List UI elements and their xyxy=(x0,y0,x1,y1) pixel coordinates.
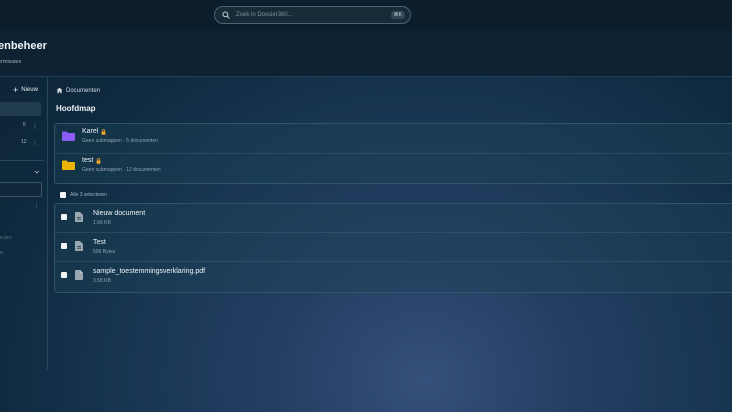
home-icon xyxy=(56,87,63,94)
select-all[interactable]: Alle 3 selecteren xyxy=(60,192,107,198)
page-header xyxy=(0,30,732,77)
folder-icon xyxy=(62,160,75,170)
sidebar-item-selected[interactable] xyxy=(0,102,41,116)
folder-icon xyxy=(62,131,75,141)
folder-name: Karel xyxy=(82,128,99,135)
breadcrumb-label: Documenten xyxy=(66,87,101,94)
file-size: 606 Bytes xyxy=(93,249,116,255)
breadcrumb[interactable]: Documenten xyxy=(56,87,100,94)
folder-name: test xyxy=(82,157,94,164)
doc-icon xyxy=(75,241,83,251)
more-options-icon[interactable]: ⋮ xyxy=(34,203,39,209)
select-all-label: Alle 3 selecteren xyxy=(70,192,107,198)
file-row[interactable]: Nieuw document 1.66 KB xyxy=(61,210,145,226)
sidebar-faint-text: ILDIG xyxy=(0,235,12,240)
folder-row[interactable]: Karel Geen submappen · 5 documenten xyxy=(62,128,158,144)
folder-row[interactable]: test Geen submappen · 12 documenten xyxy=(62,157,161,173)
file-name: Nieuw document xyxy=(93,210,146,217)
pdf-icon xyxy=(75,270,83,280)
search-icon xyxy=(222,11,230,19)
chevron-down-icon[interactable] xyxy=(34,169,40,175)
sidebar-filter-input[interactable] xyxy=(0,182,42,197)
file-row[interactable]: Test 606 Bytes xyxy=(61,239,115,255)
file-row[interactable]: sample_toestemmingsverklaring.pdf 3.58 K… xyxy=(61,268,205,284)
file-name: Test xyxy=(93,239,106,246)
search-placeholder: Zoek in Dossier360... xyxy=(236,12,293,18)
row-divider xyxy=(55,261,732,262)
more-options-icon[interactable]: ⋮ xyxy=(32,140,38,146)
new-button[interactable]: + Nieuw xyxy=(13,85,38,95)
file-size: 3.58 KB xyxy=(93,278,111,284)
sidebar-faint-text: N xyxy=(0,250,4,255)
file-checkbox[interactable] xyxy=(61,243,67,249)
row-divider xyxy=(55,153,732,154)
file-checkbox[interactable] xyxy=(61,214,67,220)
file-checkbox[interactable] xyxy=(61,272,67,278)
folder-heading: Hoofdmap xyxy=(56,104,96,113)
folder-meta: Geen submappen · 5 documenten xyxy=(82,138,158,144)
lock-icon xyxy=(96,157,101,164)
more-options-icon[interactable]: ⋮ xyxy=(32,124,38,130)
page-title: enbeheer xyxy=(0,40,47,52)
doc-icon xyxy=(75,212,83,222)
lock-icon xyxy=(101,128,106,135)
sidebar-divider xyxy=(0,160,44,161)
plus-icon: + xyxy=(13,85,19,95)
page-subtitle: ermissies xyxy=(0,59,22,65)
new-button-label: Nieuw xyxy=(21,87,38,93)
file-size: 1.66 KB xyxy=(93,220,111,226)
sidebar-count: 12 xyxy=(21,139,27,145)
sidebar-count: 5 xyxy=(23,122,26,128)
search-bar[interactable]: Zoek in Dossier360... ⌘K xyxy=(214,6,411,24)
row-divider xyxy=(55,232,732,233)
folder-meta: Geen submappen · 12 documenten xyxy=(82,167,161,173)
shortcut-badge: ⌘K xyxy=(390,11,405,19)
select-all-checkbox[interactable] xyxy=(60,192,66,198)
file-name: sample_toestemmingsverklaring.pdf xyxy=(93,268,206,275)
sidebar xyxy=(0,77,48,370)
